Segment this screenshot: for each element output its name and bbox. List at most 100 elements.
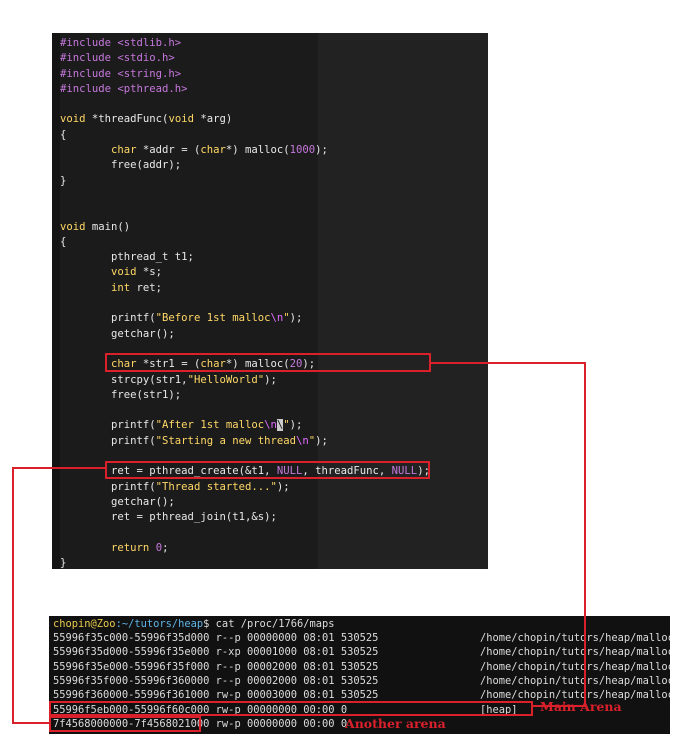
code-token: { [60, 235, 67, 248]
connector-arena-v [12, 467, 14, 724]
code-token: void [60, 113, 86, 126]
maps-inode: 530525 [340, 646, 379, 659]
maps-path: /home/chopin/tutors/heap/malloc [480, 632, 670, 644]
source-code[interactable]: #include <stdlib.h> #include <stdio.h> #in… [60, 36, 430, 569]
maps-inode: 530525 [340, 689, 379, 702]
code-token: main() [85, 220, 131, 233]
code-line: getchar(); [60, 495, 430, 510]
code-line: { [60, 235, 430, 250]
maps-path: /home/chopin/tutors/heap/malloc [480, 674, 670, 687]
code-token: *arg) [193, 113, 233, 126]
code-token: "HelloWorld" [187, 373, 265, 386]
maps-range: 55996f35d000-55996f35e000 [53, 646, 210, 659]
heap-row-highlight [49, 701, 533, 716]
maps-row: 55996f35f000-55996f360000 r--p 00002000 … [53, 674, 378, 688]
maps-inode: 530525 [340, 632, 379, 644]
code-line: void main() [60, 220, 430, 235]
code-token: <stdio.h> [117, 52, 175, 65]
code-editor[interactable]: #include <stdlib.h> #include <stdio.h> #in… [52, 33, 488, 569]
code-token: #include [60, 37, 118, 49]
code-line: int ret; [60, 281, 430, 296]
another-arena-label: Another arena [345, 716, 446, 731]
maps-range: 55996f35c000-55996f35d000 [53, 632, 210, 644]
code-token: <string.h> [117, 67, 182, 80]
maps-offset: 00002000 [246, 660, 298, 673]
code-line: #include <stdio.h> [60, 51, 430, 66]
code-token: getchar(); [60, 495, 175, 508]
code-token: printf( [60, 480, 156, 493]
code-line: void *threadFunc(void *arg) [60, 112, 430, 127]
code-token: char [200, 144, 226, 157]
maps-range: 55996f35f000-55996f360000 [53, 674, 210, 687]
connector-arena-end [12, 722, 50, 724]
code-line: printf("After 1st malloc\n\"); [60, 418, 430, 433]
maps-row: 55996f35d000-55996f35e000 r-xp 00001000 … [53, 645, 378, 659]
code-token: { [60, 128, 67, 141]
prompt-path: :~/tutors/heap [115, 618, 204, 630]
code-token: ; [162, 541, 169, 554]
code-line: return 0; [60, 541, 430, 556]
code-line: } [60, 556, 430, 569]
code-token: printf( [60, 434, 156, 447]
main-arena-label: Main Arena [540, 699, 622, 714]
code-token: *s; [136, 266, 163, 279]
maps-range: 55996f35e000-55996f35f000 [53, 660, 210, 673]
code-token: void [60, 220, 86, 233]
code-line: getchar(); [60, 327, 430, 342]
maps-range: 55996f360000-55996f361000 [53, 689, 210, 702]
code-token: printf( [60, 419, 156, 432]
code-token: "Before 1st malloc [155, 312, 271, 325]
code-token: ); [315, 144, 328, 157]
maps-perms: rw-p [215, 689, 241, 702]
code-line: strcpy(str1,"HelloWorld"); [60, 373, 430, 388]
code-token: 1000 [289, 144, 316, 157]
maps-inode: 530525 [340, 674, 379, 687]
code-token: } [60, 557, 67, 569]
code-line: printf("Starting a new thread\n"); [60, 434, 430, 449]
maps-dev: 00:00 [303, 717, 335, 730]
code-token: } [60, 174, 67, 187]
maps-path: /home/chopin/tutors/heap/malloc [480, 660, 670, 673]
code-token: *threadFunc( [85, 113, 169, 126]
maps-offset: 00001000 [246, 646, 298, 659]
code-line: void *s; [60, 265, 430, 280]
connector-main-v [584, 362, 586, 707]
code-token: \n [296, 434, 309, 447]
malloc-str1-highlight [105, 353, 431, 372]
code-token: \n [270, 312, 284, 325]
code-token: free(str1); [60, 388, 182, 401]
code-token: ); [289, 312, 303, 325]
code-token: *) malloc( [225, 144, 290, 157]
maps-offset: 00000000 [246, 632, 298, 644]
code-line: free(addr); [60, 158, 430, 173]
code-line: { [60, 128, 430, 143]
code-token: pthread_t t1; [60, 251, 194, 264]
maps-dev: 08:01 [303, 646, 335, 659]
maps-offset: 00002000 [246, 674, 298, 687]
code-line: free(str1); [60, 388, 430, 403]
maps-perms: r--p [215, 674, 241, 687]
maps-offset: 00003000 [246, 689, 298, 702]
code-token: <pthread.h> [117, 82, 188, 95]
code-token: #include [60, 52, 118, 65]
code-line: #include <stdlib.h> [60, 36, 430, 51]
code-token: strcpy(str1, [60, 373, 188, 386]
maps-perms: r--p [215, 660, 241, 673]
code-token: void [168, 113, 194, 126]
prompt-user: chopin@Zoo [53, 618, 116, 630]
code-token: char [111, 144, 137, 157]
code-line: #include <string.h> [60, 67, 430, 82]
code-token: ); [289, 419, 303, 432]
code-line: ret = pthread_join(t1,&s); [60, 510, 430, 525]
maps-row: 55996f35c000-55996f35d000 r--p 00000000 … [53, 631, 378, 645]
maps-dev: 08:01 [303, 689, 335, 702]
code-token: free(addr); [60, 159, 182, 172]
